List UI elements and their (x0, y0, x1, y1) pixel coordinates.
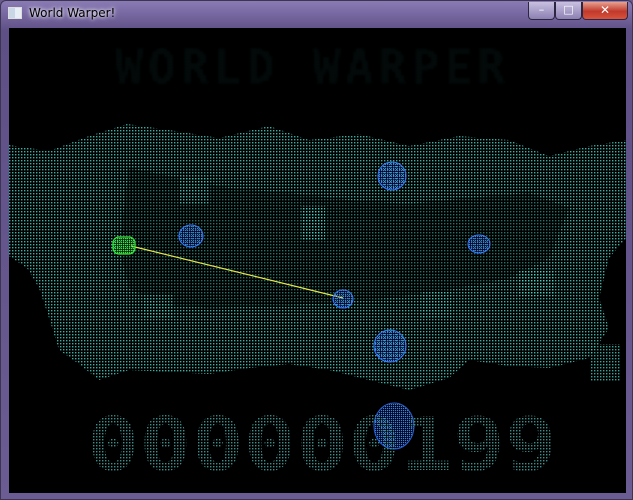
terrain-block (421, 292, 451, 318)
app-icon (8, 7, 22, 19)
terrain-block (519, 270, 555, 296)
score-display: 000000199 (87, 402, 557, 488)
game-viewport[interactable]: WORLD WARPER 000000199 (9, 28, 626, 493)
title-logo: WORLD WARPER (115, 40, 505, 94)
game-scene: WORLD WARPER 000000199 (9, 40, 626, 488)
terrain-block (301, 206, 325, 240)
player-ship[interactable] (112, 236, 136, 255)
title-logo-text: WORLD WARPER (115, 40, 505, 94)
enemy-orb[interactable] (373, 329, 407, 363)
close-button[interactable]: ✕ (582, 2, 628, 20)
maximize-button[interactable]: □ (555, 2, 582, 20)
terrain-block (179, 176, 209, 204)
terrain-block (143, 294, 173, 318)
app-window: World Warper! – □ ✕ WORLD WARPER 0000001… (0, 0, 633, 500)
terrain-block (591, 344, 621, 382)
enemy-orb[interactable] (377, 161, 407, 191)
enemy-orb[interactable] (332, 289, 354, 309)
title-bar[interactable]: World Warper! – □ ✕ (1, 1, 632, 27)
enemy-orb[interactable] (178, 224, 204, 248)
window-title: World Warper! (29, 6, 116, 20)
minimize-button[interactable]: – (528, 2, 555, 20)
enemy-orb[interactable] (467, 234, 491, 254)
